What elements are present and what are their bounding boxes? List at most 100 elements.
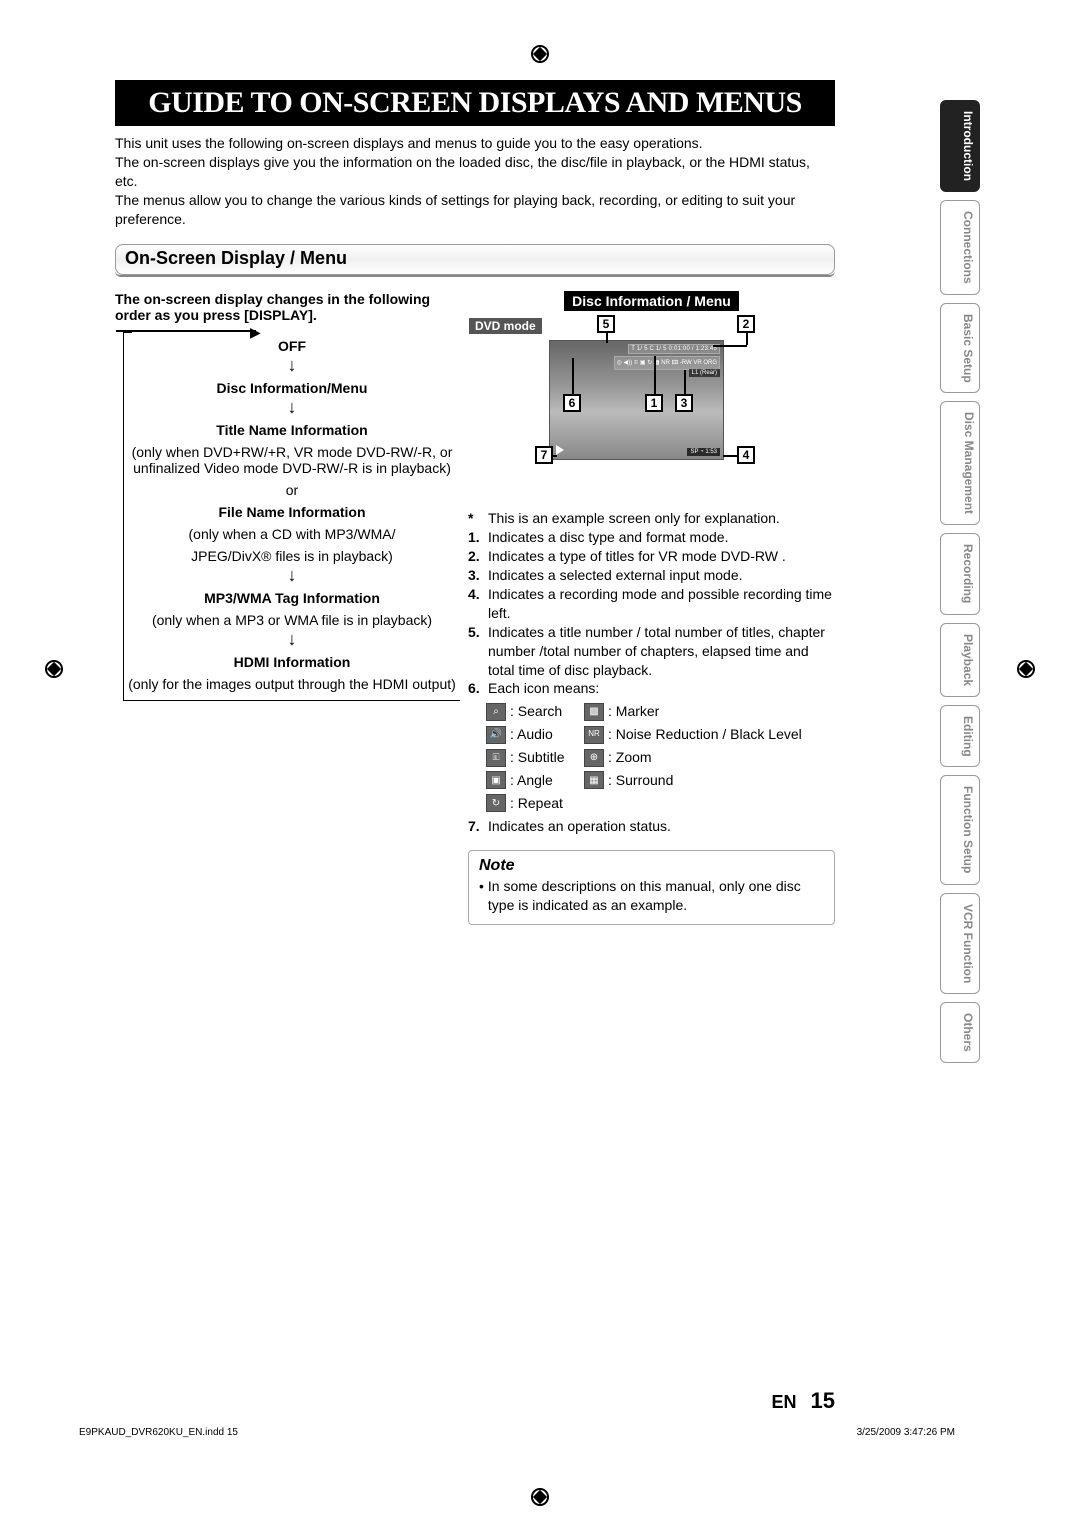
angle-icon: ▣ bbox=[486, 771, 506, 789]
zoom-icon: ⊕ bbox=[584, 749, 604, 767]
flow-top-connector: ▶ bbox=[124, 331, 460, 332]
flow-mp3: MP3/WMA Tag Information bbox=[124, 590, 460, 606]
explain-item: Indicates a type of titles for VR mode D… bbox=[488, 547, 786, 566]
arrow-down-icon: ↓ bbox=[124, 566, 460, 584]
side-tabs: Introduction Connections Basic Setup Dis… bbox=[940, 100, 980, 1063]
callout-4: 4 bbox=[737, 446, 755, 464]
audio-icon: 🔊 bbox=[486, 726, 506, 744]
callout-line bbox=[572, 358, 574, 394]
callout-line bbox=[684, 370, 686, 394]
flow-or: or bbox=[124, 482, 460, 498]
flow-off: OFF bbox=[124, 338, 460, 354]
explain-item: Indicates a disc type and format mode. bbox=[488, 528, 728, 547]
osd-bar-record: SP ◔ 1:53 bbox=[687, 448, 720, 456]
tab-editing: Editing bbox=[940, 705, 980, 768]
flow-hdmi-note: (only for the images output through the … bbox=[124, 676, 460, 692]
flow-mp3-note: (only when a MP3 or WMA file is in playb… bbox=[124, 612, 460, 628]
flow-file-note: (only when a CD with MP3/WMA/ bbox=[124, 526, 460, 542]
crop-mark-icon bbox=[531, 45, 549, 63]
page-body: GUIDE TO ON-SCREEN DISPLAYS AND MENUS Th… bbox=[115, 80, 835, 1440]
icon-label: : Marker bbox=[608, 702, 659, 721]
callout-7: 7 bbox=[535, 446, 553, 464]
surround-icon: ▦ bbox=[584, 771, 604, 789]
flow-title-note: (only when DVD+RW/+R, VR mode DVD-RW/-R,… bbox=[124, 444, 460, 476]
crop-mark-icon bbox=[45, 660, 63, 678]
crop-mark-icon bbox=[1017, 660, 1035, 678]
star-note: This is an example screen only for expla… bbox=[488, 509, 780, 528]
explain-item: Each icon means: bbox=[488, 679, 599, 698]
page-title: GUIDE TO ON-SCREEN DISPLAYS AND MENUS bbox=[115, 80, 835, 126]
right-column: Disc Information / Menu DVD mode T 1/ 5 … bbox=[468, 291, 835, 925]
flow-disc-info: Disc Information/Menu bbox=[124, 380, 460, 396]
icon-label: : Repeat bbox=[510, 794, 563, 813]
bullet-icon: • bbox=[479, 877, 484, 915]
tab-introduction: Introduction bbox=[940, 100, 980, 192]
flow-file-name: File Name Information bbox=[124, 504, 460, 520]
icon-label: : Noise Reduction / Black Level bbox=[608, 725, 802, 744]
callout-1: 1 bbox=[645, 394, 663, 412]
callout-6: 6 bbox=[563, 394, 581, 412]
callout-line bbox=[654, 356, 656, 394]
arrow-down-icon: ↓ bbox=[124, 630, 460, 648]
icon-label: : Surround bbox=[608, 771, 673, 790]
osd-bar-input: L1 (Rear) bbox=[689, 369, 720, 377]
explain-item: Indicates a selected external input mode… bbox=[488, 566, 743, 585]
tab-disc-management: Disc Management bbox=[940, 401, 980, 525]
intro-paragraph: This unit uses the following on-screen d… bbox=[115, 134, 835, 228]
diagram-header: Disc Information / Menu bbox=[564, 291, 739, 311]
icon-label: : Audio bbox=[510, 725, 580, 744]
explain-item: Indicates an operation status. bbox=[488, 817, 671, 836]
section-header: On-Screen Display / Menu bbox=[115, 244, 835, 277]
arrow-down-icon: ↓ bbox=[124, 398, 460, 416]
icon-table: ⌕ : Search ▩ : Marker 🔊 : Audio NR : Noi… bbox=[486, 702, 835, 812]
flow-hdmi: HDMI Information bbox=[124, 654, 460, 670]
flow-lead: The on-screen display changes in the fol… bbox=[115, 291, 460, 323]
callout-line bbox=[606, 333, 608, 343]
tab-basic-setup: Basic Setup bbox=[940, 303, 980, 394]
left-column: The on-screen display changes in the fol… bbox=[115, 291, 460, 925]
note-body: In some descriptions on this manual, onl… bbox=[488, 877, 824, 915]
footer-right: 3/25/2009 3:47:26 PM bbox=[857, 1427, 955, 1438]
page-no: 15 bbox=[811, 1388, 835, 1413]
callout-2: 2 bbox=[737, 315, 755, 333]
arrow-down-icon: ↓ bbox=[124, 356, 460, 374]
icon-label: : Zoom bbox=[608, 748, 652, 767]
explain-item: Indicates a title number / total number … bbox=[488, 623, 835, 680]
note-title: Note bbox=[479, 857, 824, 875]
arrow-right-icon: ▶ bbox=[250, 324, 261, 341]
callout-line bbox=[553, 455, 557, 457]
footer-left: E9PKAUD_DVR620KU_EN.indd 15 bbox=[79, 1427, 238, 1438]
display-flow: ▶ OFF ↓ Disc Information/Menu ↓ Title Na… bbox=[123, 331, 460, 701]
callout-5: 5 bbox=[597, 315, 615, 333]
tab-playback: Playback bbox=[940, 623, 980, 697]
tab-vcr-function: VCR Function bbox=[940, 893, 980, 994]
diagram-area: DVD mode T 1/ 5 C 1/ 5 0:01:00 / 1:23:45… bbox=[468, 315, 835, 505]
search-icon: ⌕ bbox=[486, 703, 506, 721]
flow-file-note: JPEG/DivX® files is in playback) bbox=[124, 548, 460, 564]
repeat-icon: ↻ bbox=[486, 794, 506, 812]
tab-connections: Connections bbox=[940, 200, 980, 295]
page-lang: EN bbox=[772, 1392, 797, 1412]
osd-bar-icons: ◎ ◀)) 🗉 ▣ ↻ ▦ NR 🖽 -RW VR ORG bbox=[614, 356, 720, 370]
marker-icon: ▩ bbox=[584, 703, 604, 721]
intro-line: The on-screen displays give you the info… bbox=[115, 153, 835, 191]
flow-title-name: Title Name Information bbox=[124, 422, 460, 438]
icon-label: : Search bbox=[510, 702, 580, 721]
explain-item: Indicates a recording mode and possible … bbox=[488, 585, 835, 623]
intro-line: The menus allow you to change the variou… bbox=[115, 191, 835, 229]
tab-function-setup: Function Setup bbox=[940, 775, 980, 884]
callout-line bbox=[746, 333, 748, 345]
page-number: EN 15 bbox=[772, 1388, 836, 1414]
nr-icon: NR bbox=[584, 726, 604, 744]
osd-bar-top: T 1/ 5 C 1/ 5 0:01:00 / 1:23:45 bbox=[628, 344, 720, 354]
callout-3: 3 bbox=[675, 394, 693, 412]
icon-label: : Angle bbox=[510, 771, 580, 790]
crop-mark-icon bbox=[531, 1488, 549, 1506]
tab-others: Others bbox=[940, 1002, 980, 1063]
subtitle-icon: 🗉 bbox=[486, 749, 506, 767]
intro-line: This unit uses the following on-screen d… bbox=[115, 134, 835, 153]
tab-recording: Recording bbox=[940, 533, 980, 614]
icon-label: : Subtitle bbox=[510, 748, 580, 767]
mode-tag: DVD mode bbox=[469, 318, 542, 334]
explain-list: *This is an example screen only for expl… bbox=[468, 509, 835, 835]
